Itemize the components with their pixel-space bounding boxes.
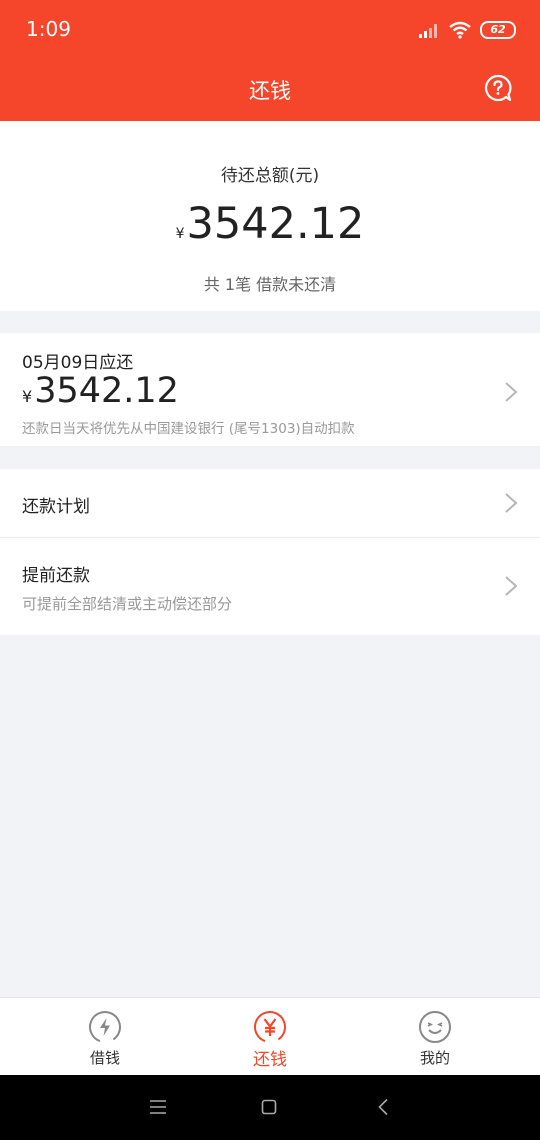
currency-symbol: ¥: [22, 387, 33, 406]
repayment-menu: 还款计划 提前还款 可提前全部结清或主动偿还部分: [0, 469, 540, 635]
help-icon[interactable]: [484, 74, 512, 102]
status-icons: 62: [418, 18, 516, 42]
early-repayment-subtitle: 可提前全部结清或主动偿还部分: [22, 595, 233, 613]
loan-count-note: 共 1笔 借款未还清: [203, 275, 337, 294]
early-repayment-label: 提前还款: [22, 566, 90, 586]
page-title: 还钱: [249, 79, 291, 103]
repayment-plan-item[interactable]: 还款计划: [0, 469, 540, 538]
early-repayment-item[interactable]: 提前还款 可提前全部结清或主动偿还部分: [0, 538, 540, 635]
wifi-icon: [449, 21, 471, 39]
back-icon[interactable]: [377, 1098, 389, 1116]
due-date: 05月09日应还: [22, 353, 134, 373]
currency-symbol: ¥: [175, 226, 185, 242]
tab-borrow-label: 借钱: [89, 1049, 120, 1067]
due-amount: ¥3542.12: [22, 371, 179, 411]
chevron-right-icon: [505, 382, 518, 402]
total-due-value: 3542.12: [186, 199, 365, 249]
repayment-plan-label: 还款计划: [22, 497, 90, 517]
summary-card: 待还总额(元) ¥3542.12 共 1笔 借款未还清: [0, 121, 540, 311]
bottom-tab-bar: 借钱 还钱 我的: [0, 997, 540, 1076]
battery-indicator: 62: [480, 21, 516, 39]
due-payment-card[interactable]: 05月09日应还 ¥3542.12 还款日当天将优先从中国建设银行 (尾号130…: [0, 333, 540, 446]
autopay-note: 还款日当天将优先从中国建设银行 (尾号1303)自动扣款: [22, 421, 355, 437]
system-navigation-bar: [0, 1075, 540, 1140]
chevron-right-icon: [505, 493, 518, 513]
due-amount-value: 3542.12: [34, 371, 179, 411]
total-due-amount: ¥3542.12: [0, 199, 540, 249]
tab-mine-label: 我的: [419, 1049, 450, 1067]
signal-icon: [419, 24, 437, 38]
yen-icon: [254, 1011, 286, 1043]
status-bar: 1:09 62: [0, 0, 540, 60]
nav-bar: 还钱: [0, 60, 540, 121]
home-icon[interactable]: [261, 1099, 277, 1115]
total-due-label: 待还总额(元): [220, 166, 320, 186]
tab-repay-label: 还钱: [253, 1050, 287, 1070]
smile-icon: [419, 1011, 451, 1043]
menu-icon[interactable]: [149, 1099, 167, 1115]
tab-repay[interactable]: 还钱: [210, 998, 330, 1076]
chevron-right-icon: [505, 576, 518, 596]
tab-mine[interactable]: 我的: [375, 998, 495, 1076]
status-time: 1:09: [26, 17, 71, 41]
tab-borrow[interactable]: 借钱: [45, 998, 165, 1076]
lightning-icon: [89, 1011, 121, 1043]
